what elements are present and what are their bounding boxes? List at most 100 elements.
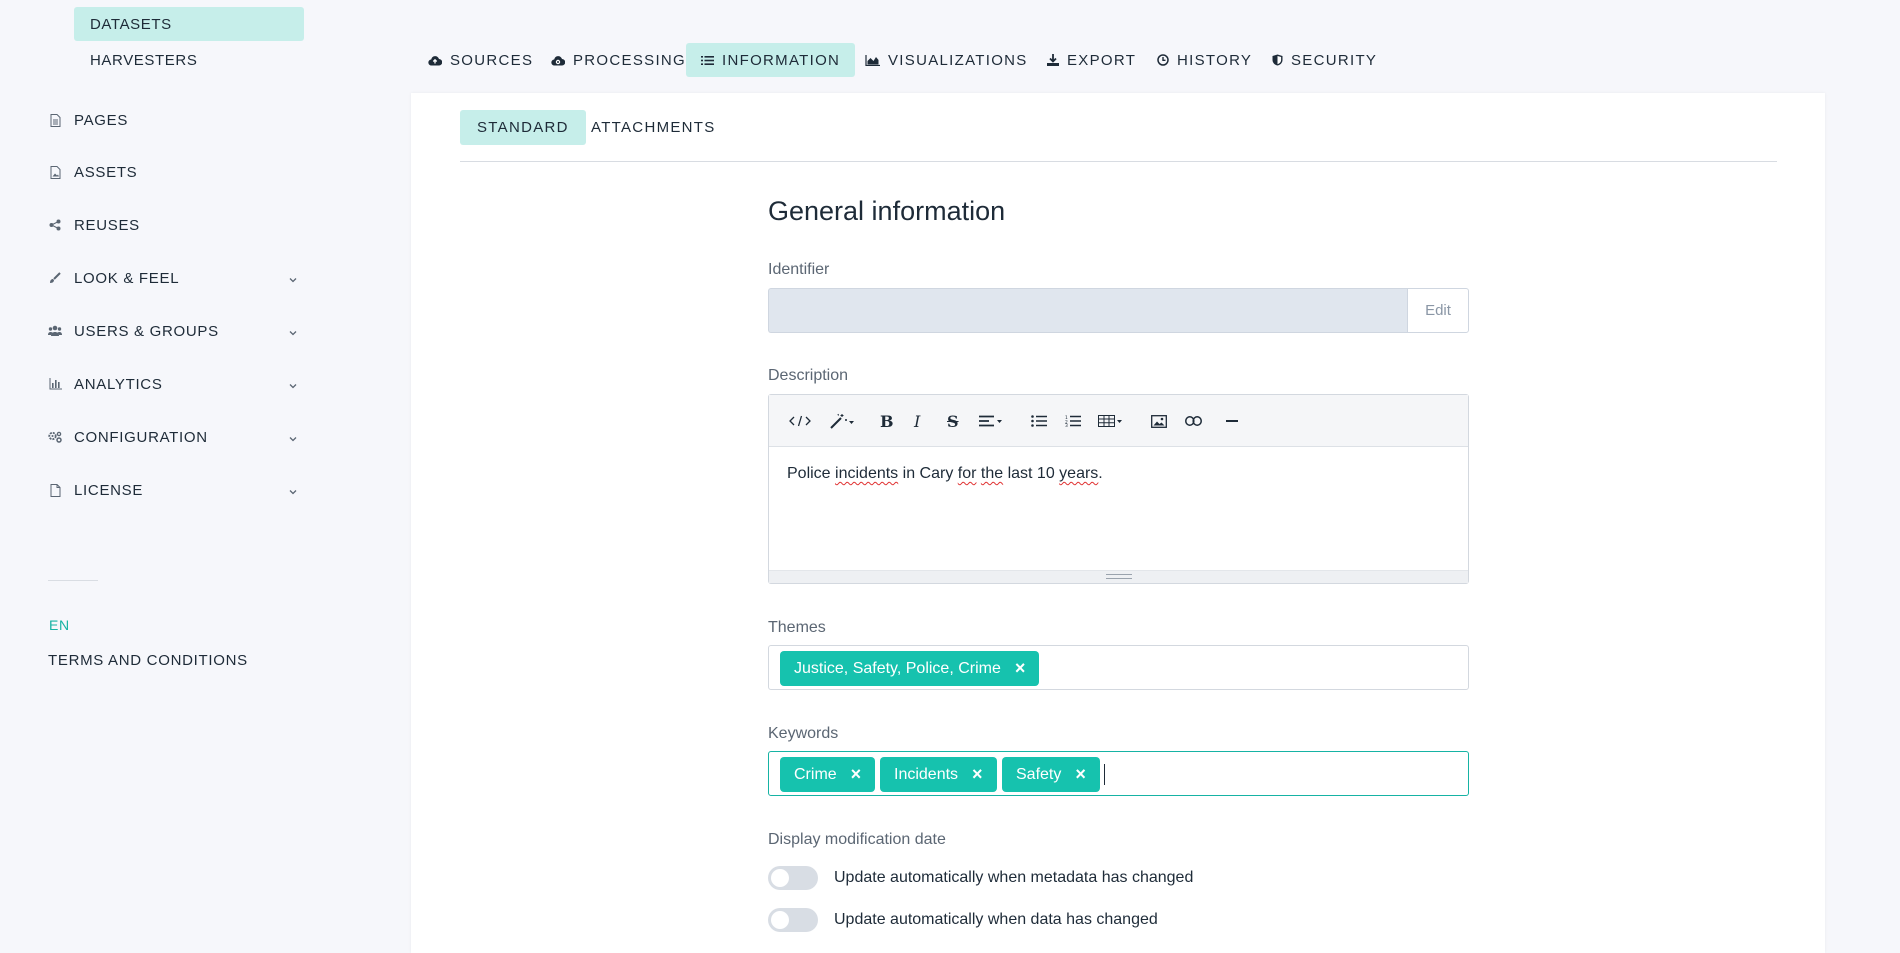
table-dropdown-icon[interactable] xyxy=(1098,411,1124,431)
tab-processing[interactable]: PROCESSING xyxy=(536,43,701,77)
editor-resize-handle[interactable] xyxy=(769,570,1468,583)
sidebar-item-look-feel[interactable]: LOOK & FEEL xyxy=(48,264,306,292)
list-icon xyxy=(701,55,714,66)
area-chart-icon xyxy=(865,54,880,66)
description-editor: B I S 123 Police incidents in Cary for t… xyxy=(768,394,1469,584)
sidebar-item-label: LOOK & FEEL xyxy=(74,269,180,287)
modification-date-label: Display modification date xyxy=(768,831,946,848)
chevron-down-icon xyxy=(288,431,298,448)
strikethrough-icon[interactable]: S xyxy=(947,411,959,431)
tab-visualizations[interactable]: VISUALIZATIONS xyxy=(850,43,1043,77)
sidebar-item-label: ANALYTICS xyxy=(74,375,163,393)
subtab-attachments[interactable]: ATTACHMENTS xyxy=(574,110,733,145)
image-file-icon xyxy=(48,165,62,179)
themes-label: Themes xyxy=(768,619,826,636)
toggle-knob xyxy=(771,911,789,929)
description-label: Description xyxy=(768,367,849,384)
chevron-down-icon xyxy=(288,484,298,501)
subtab-label: STANDARD xyxy=(477,119,569,136)
sidebar-item-assets[interactable]: ASSETS xyxy=(48,158,306,186)
sidebar-item-label: ASSETS xyxy=(74,163,138,181)
numbered-list-icon[interactable]: 123 xyxy=(1065,411,1081,431)
keywords-label: Keywords xyxy=(768,725,839,742)
tab-label: EXPORT xyxy=(1067,51,1137,69)
insert-link-icon[interactable] xyxy=(1185,411,1202,431)
sidebar-item-analytics[interactable]: ANALYTICS xyxy=(48,370,306,398)
sidebar-item-harvesters[interactable]: HARVESTERS xyxy=(74,43,304,77)
misspelled-word: the xyxy=(980,465,1004,482)
tab-label: VISUALIZATIONS xyxy=(888,51,1028,69)
tab-security[interactable]: SECURITY xyxy=(1257,43,1392,77)
text-segment: in Cary xyxy=(898,465,958,482)
data-update-toggle[interactable] xyxy=(768,908,818,932)
sidebar-item-label: DATASETS xyxy=(90,15,172,33)
align-dropdown-icon[interactable] xyxy=(979,411,1003,431)
tab-information[interactable]: INFORMATION xyxy=(686,43,856,77)
remove-tag-icon[interactable]: × xyxy=(851,764,862,785)
tab-export[interactable]: EXPORT xyxy=(1032,43,1151,77)
text-caret xyxy=(1104,764,1105,785)
bullet-list-icon[interactable] xyxy=(1031,411,1047,431)
italic-icon[interactable]: I xyxy=(914,411,920,431)
remove-tag-icon[interactable]: × xyxy=(972,764,983,785)
identifier-field[interactable] xyxy=(768,288,1408,333)
users-icon xyxy=(48,324,62,338)
subtab-divider xyxy=(460,161,1777,162)
sidebar-item-license[interactable]: LICENSE xyxy=(48,476,306,504)
tab-sources[interactable]: SOURCES xyxy=(413,43,548,77)
magic-style-icon[interactable] xyxy=(829,411,855,431)
code-view-icon[interactable] xyxy=(789,411,811,431)
gears-icon xyxy=(48,430,62,444)
share-icon xyxy=(48,218,62,232)
tag-label: Justice, Safety, Police, Crime xyxy=(794,659,1001,677)
document-icon xyxy=(48,483,62,497)
tab-label: SECURITY xyxy=(1291,51,1378,69)
resize-grip-icon xyxy=(1106,574,1132,579)
description-text[interactable]: Police incidents in Cary for the last 10… xyxy=(787,465,1103,483)
tag-label: Safety xyxy=(1016,765,1062,783)
bar-chart-icon xyxy=(48,377,62,391)
terms-link[interactable]: TERMS AND CONDITIONS xyxy=(48,652,248,669)
sidebar-item-reuses[interactable]: REUSES xyxy=(48,211,306,239)
svg-text:3: 3 xyxy=(1065,423,1068,427)
keyword-tag: Safety × xyxy=(1002,757,1100,792)
keyword-tag: Incidents × xyxy=(880,757,997,792)
remove-tag-icon[interactable]: × xyxy=(1015,658,1026,679)
text-segment: Police xyxy=(787,465,836,482)
text-segment: last 10 xyxy=(1003,465,1060,482)
brush-icon xyxy=(48,271,62,285)
section-title: General information xyxy=(768,196,1006,226)
sidebar-item-label: REUSES xyxy=(74,216,140,234)
tag-label: Incidents xyxy=(894,765,959,783)
theme-tag: Justice, Safety, Police, Crime × xyxy=(780,651,1040,686)
sidebar-item-label: USERS & GROUPS xyxy=(74,322,219,340)
edit-identifier-button[interactable]: Edit xyxy=(1407,288,1469,333)
chevron-down-icon xyxy=(288,325,298,342)
language-switch[interactable]: EN xyxy=(49,617,70,633)
keywords-input[interactable]: Crime × Incidents × Safety × xyxy=(768,751,1469,796)
data-update-label: Update automatically when data has chang… xyxy=(834,911,1158,928)
horizontal-rule-icon[interactable] xyxy=(1226,411,1238,431)
tab-history[interactable]: HISTORY xyxy=(1142,43,1267,77)
remove-tag-icon[interactable]: × xyxy=(1075,764,1086,785)
page-icon xyxy=(48,113,62,127)
subtab-standard[interactable]: STANDARD xyxy=(460,110,586,145)
download-icon xyxy=(1047,54,1059,66)
sidebar-item-users-groups[interactable]: USERS & GROUPS xyxy=(48,317,306,345)
text-segment: . xyxy=(1098,465,1103,482)
sidebar-item-label: HARVESTERS xyxy=(90,51,198,69)
sidebar-item-pages[interactable]: PAGES xyxy=(48,106,306,134)
metadata-update-label: Update automatically when metadata has c… xyxy=(834,869,1194,886)
subtab-label: ATTACHMENTS xyxy=(591,119,716,136)
metadata-update-toggle[interactable] xyxy=(768,866,818,890)
sidebar-item-configuration[interactable]: CONFIGURATION xyxy=(48,423,306,451)
bold-icon[interactable]: B xyxy=(880,411,894,431)
themes-input[interactable]: Justice, Safety, Police, Crime × xyxy=(768,645,1469,690)
sidebar-item-label: CONFIGURATION xyxy=(74,428,208,446)
insert-image-icon[interactable] xyxy=(1151,411,1167,431)
tab-label: PROCESSING xyxy=(573,51,687,69)
sidebar-item-label: PAGES xyxy=(74,111,129,129)
chevron-down-icon xyxy=(288,378,298,395)
sidebar-divider xyxy=(48,580,98,581)
sidebar-item-datasets[interactable]: DATASETS xyxy=(74,7,304,41)
